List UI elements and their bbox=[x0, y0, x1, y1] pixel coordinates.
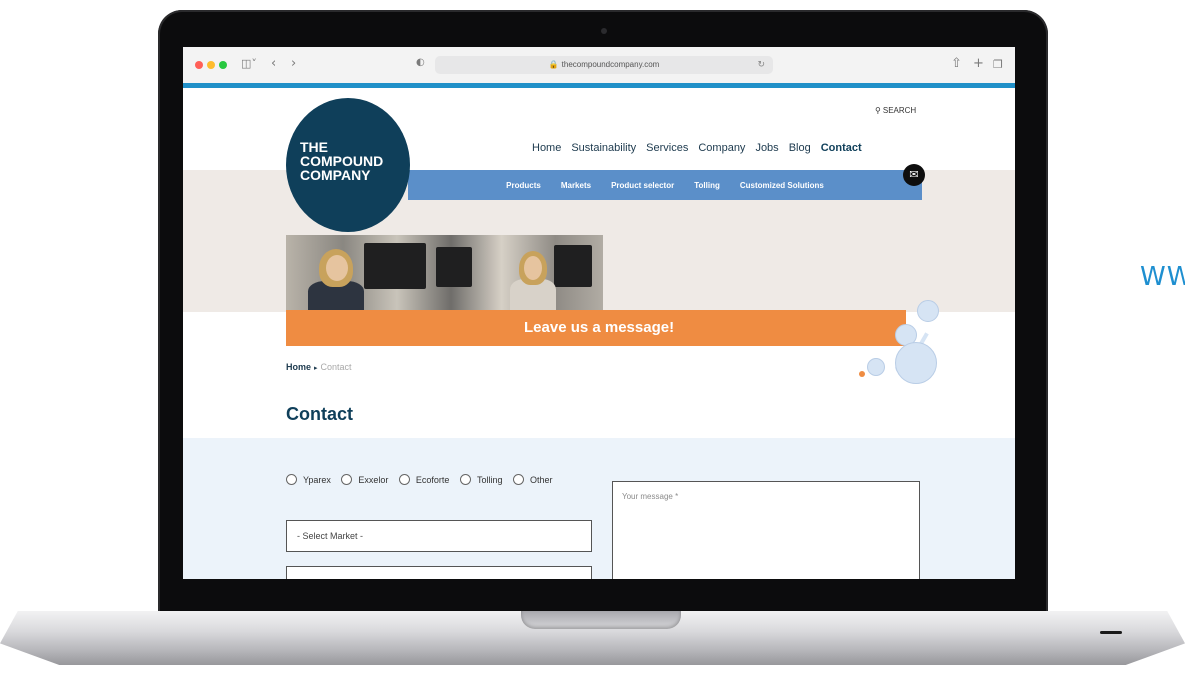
lock-icon: 🔒 bbox=[548, 60, 559, 69]
side-text: WW bbox=[1140, 262, 1185, 292]
radio-ecoforte[interactable]: Ecoforte bbox=[398, 474, 450, 485]
radio-label: Ecoforte bbox=[415, 474, 450, 485]
photo-monitor bbox=[364, 243, 426, 289]
laptop-indicator bbox=[1100, 631, 1122, 634]
chevron-right-icon[interactable]: › bbox=[291, 56, 296, 71]
company-logo[interactable]: THE COMPOUND COMPANY bbox=[286, 98, 410, 232]
logo-line-3: COMPANY bbox=[300, 167, 371, 183]
laptop-screen: ◫˅ ‹ › ◐ 🔒 thecompoundcompany.com ↻ ⇧ + ❐… bbox=[183, 47, 1015, 579]
radio-label: Exxelor bbox=[358, 474, 389, 485]
page-title: Contact bbox=[286, 404, 353, 424]
breadcrumb: Home ▸ Contact bbox=[286, 362, 352, 372]
radio-circle[interactable] bbox=[341, 474, 353, 485]
product-radio-group: Yparex Exxelor Ecoforte Tolling Other bbox=[286, 474, 576, 491]
mail-icon[interactable]: ✉ bbox=[903, 164, 925, 186]
message-textarea[interactable]: Your message * bbox=[612, 481, 920, 579]
close-window-button[interactable] bbox=[195, 61, 203, 69]
maximize-window-button[interactable] bbox=[219, 61, 227, 69]
radio-circle[interactable] bbox=[459, 474, 471, 485]
orange-dot bbox=[859, 371, 865, 377]
breadcrumb-separator-icon: ▸ bbox=[314, 365, 318, 372]
address-bar[interactable]: 🔒 thecompoundcompany.com ↻ bbox=[435, 56, 773, 74]
address-bar-url: thecompoundcompany.com bbox=[561, 60, 660, 69]
reload-icon[interactable]: ↻ bbox=[757, 56, 765, 74]
nav-jobs[interactable]: Jobs bbox=[755, 142, 778, 154]
subnav-customized-solutions[interactable]: Customized Solutions bbox=[740, 181, 824, 190]
radio-yparex[interactable]: Yparex bbox=[286, 474, 331, 485]
web-page: THE COMPOUND COMPANY ⚲ SEARCH Home Sustai… bbox=[183, 88, 1015, 579]
browser-toolbar: ◫˅ ‹ › ◐ 🔒 thecompoundcompany.com ↻ ⇧ + ❐ bbox=[183, 47, 1015, 84]
logo-line-1: THE bbox=[300, 139, 328, 155]
photo-person bbox=[524, 256, 542, 280]
breadcrumb-home[interactable]: Home bbox=[286, 362, 311, 372]
radio-tolling[interactable]: Tolling bbox=[459, 474, 503, 485]
tabs-icon[interactable]: ❐ bbox=[993, 58, 1003, 71]
message-banner: Leave us a message! bbox=[286, 310, 906, 346]
search-icon: ⚲ bbox=[875, 106, 881, 115]
radio-exxelor[interactable]: Exxelor bbox=[341, 474, 388, 485]
plus-icon[interactable]: + bbox=[973, 56, 984, 71]
molecule-atom bbox=[895, 342, 937, 384]
radio-circle[interactable] bbox=[286, 474, 297, 485]
radio-label: Yparex bbox=[303, 474, 331, 485]
breadcrumb-current: Contact bbox=[320, 362, 352, 372]
share-icon[interactable]: ⇧ bbox=[951, 56, 962, 71]
laptop-notch bbox=[521, 611, 681, 629]
radio-label: Tolling bbox=[476, 474, 503, 485]
molecule-atom bbox=[867, 358, 885, 376]
sub-nav: Products Markets Product selector Tollin… bbox=[408, 170, 922, 200]
radio-circle[interactable] bbox=[512, 474, 524, 485]
photo-monitor bbox=[554, 245, 592, 287]
radio-other[interactable]: Other bbox=[512, 474, 553, 485]
nav-services[interactable]: Services bbox=[646, 142, 688, 154]
banner-text: Leave us a message! bbox=[524, 319, 675, 336]
search-link[interactable]: ⚲ SEARCH bbox=[875, 106, 916, 115]
minimize-window-button[interactable] bbox=[207, 61, 215, 69]
nav-sustainability[interactable]: Sustainability bbox=[571, 142, 636, 154]
subnav-tolling[interactable]: Tolling bbox=[694, 181, 720, 190]
search-label: SEARCH bbox=[882, 106, 917, 115]
nav-blog[interactable]: Blog bbox=[789, 142, 811, 154]
radio-label: Other bbox=[529, 474, 553, 485]
subnav-markets[interactable]: Markets bbox=[561, 181, 591, 190]
nav-contact[interactable]: Contact bbox=[821, 142, 862, 154]
select-market-dropdown[interactable]: - Select Market - bbox=[286, 520, 592, 552]
form-field[interactable] bbox=[286, 566, 592, 579]
main-nav: Home Sustainability Services Company Job… bbox=[532, 142, 862, 154]
sidebar-icon[interactable]: ◫˅ bbox=[241, 57, 257, 70]
chevron-left-icon[interactable]: ‹ bbox=[271, 56, 276, 71]
molecule-atom bbox=[917, 300, 939, 322]
subnav-products[interactable]: Products bbox=[506, 181, 541, 190]
subnav-product-selector[interactable]: Product selector bbox=[611, 181, 674, 190]
photo-monitor bbox=[436, 247, 472, 287]
nav-company[interactable]: Company bbox=[698, 142, 745, 154]
nav-home[interactable]: Home bbox=[532, 142, 561, 154]
shield-icon[interactable]: ◐ bbox=[416, 57, 425, 68]
office-photo bbox=[286, 235, 603, 311]
photo-person bbox=[326, 255, 348, 281]
radio-circle[interactable] bbox=[398, 474, 410, 485]
camera bbox=[601, 28, 607, 34]
logo-line-2: COMPOUND bbox=[300, 153, 384, 169]
